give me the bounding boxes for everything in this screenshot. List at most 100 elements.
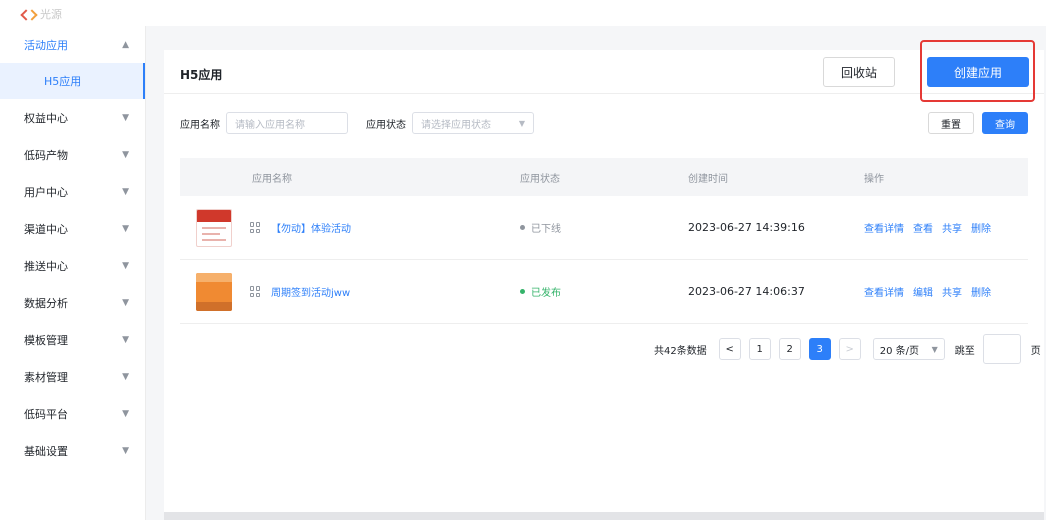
page-number-button[interactable]: 1 — [748, 338, 771, 360]
cell-status: 已下线 — [520, 220, 688, 235]
sidebar-item-9[interactable]: 素材管理 ▼ — [0, 358, 145, 395]
cell-status: 已发布 — [520, 284, 688, 299]
page-number-button[interactable]: 2 — [778, 338, 801, 360]
reset-button[interactable]: 重置 — [928, 112, 974, 134]
app-thumbnail — [196, 208, 232, 247]
sidebar-item-0[interactable]: 活动应用 ▲ — [0, 26, 145, 63]
page-size-select[interactable]: 20 条/页 ▼ — [872, 338, 945, 360]
app-name-input[interactable]: 请输入应用名称 — [226, 112, 348, 134]
chevron-down-icon: ▼ — [122, 149, 129, 160]
sidebar-item-label: 低码产物 — [24, 148, 68, 162]
page-number-button[interactable]: 3 — [808, 338, 831, 360]
sidebar-item-label: 素材管理 — [24, 370, 68, 384]
action-link[interactable]: 编辑 — [913, 284, 933, 299]
action-link[interactable]: 查看详情 — [864, 220, 904, 235]
app-page: 光源 活动应用 ▲ H5应用 权益中心 ▼ 低码产物 ▼ 用户中心 ▼ 渠道中心 ▼ 推送中心 ▼ 数据分… — [0, 0, 1046, 520]
header-actions: 操作 — [864, 173, 884, 185]
app-name-link[interactable]: 【勿动】体验活动 — [271, 220, 351, 235]
next-page-button[interactable]: > — [838, 338, 861, 360]
sidebar: 活动应用 ▲ H5应用 权益中心 ▼ 低码产物 ▼ 用户中心 ▼ 渠道中心 ▼ 推送中心 ▼ 数据分析 ▼ 模… — [0, 26, 146, 520]
cell-actions: 查看详情 查看 共享 删除 — [864, 220, 1028, 235]
main-panel: H5应用 回收站 创建应用 应用名称 请输入应用名称 应用状态 请选择应用状态 … — [164, 40, 1044, 512]
app-status-label: 应用状态 — [366, 119, 406, 131]
jump-page-input[interactable] — [982, 334, 1021, 364]
cell-actions: 查看详情 编辑 共享 删除 — [864, 284, 1028, 299]
chevron-up-icon: ▲ — [122, 39, 129, 50]
sidebar-item-6[interactable]: 推送中心 ▼ — [0, 247, 145, 284]
app-thumbnail — [196, 272, 232, 311]
apps-table: 应用名称 应用状态 创建时间 操作 【勿动】体验活动 已下线 2023-06-27 … — [180, 158, 1028, 324]
highlight-box — [920, 40, 1035, 102]
sidebar-item-2[interactable]: 权益中心 ▼ — [0, 99, 145, 136]
app-status-placeholder: 请选择应用状态 — [421, 119, 491, 131]
header-app-name: 应用名称 — [252, 173, 292, 185]
app-name-label: 应用名称 — [180, 119, 220, 131]
sidebar-item-label: 活动应用 — [24, 38, 68, 52]
sidebar-item-5[interactable]: 渠道中心 ▼ — [0, 210, 145, 247]
sidebar-item-label: 低码平台 — [24, 407, 68, 421]
sidebar-item-label: 模板管理 — [24, 333, 68, 347]
panel-bottom-edge — [164, 512, 1044, 520]
sidebar-item-7[interactable]: 数据分析 ▼ — [0, 284, 145, 321]
action-link[interactable]: 共享 — [942, 284, 962, 299]
chevron-down-icon: ▼ — [122, 334, 129, 345]
sidebar-item-11[interactable]: 基础设置 ▼ — [0, 432, 145, 469]
top-bar: 光源 — [0, 0, 1046, 26]
app-status-select[interactable]: 请选择应用状态 ▼ — [412, 112, 534, 134]
sidebar-item-label: 数据分析 — [24, 296, 68, 310]
status-text: 已下线 — [531, 224, 561, 235]
prev-page-button[interactable]: < — [718, 338, 741, 360]
panel-header: H5应用 回收站 创建应用 — [164, 40, 1044, 102]
cell-app-name: 【勿动】体验活动 — [180, 208, 520, 247]
sidebar-item-label: H5应用 — [44, 75, 82, 88]
status-dot-icon — [520, 225, 525, 230]
sidebar-subitem-h5[interactable]: H5应用 — [0, 63, 145, 99]
recycle-bin-button[interactable]: 回收站 — [823, 57, 895, 87]
logo: 光源 — [22, 6, 62, 22]
grid-icon — [250, 222, 261, 233]
sidebar-item-label: 权益中心 — [24, 111, 68, 125]
logo-mark-icon — [22, 11, 36, 18]
total-count: 共42条数据 — [654, 345, 707, 357]
status-text: 已发布 — [531, 288, 561, 299]
chevron-down-icon: ▼ — [122, 445, 129, 456]
chevron-down-icon: ▼ — [122, 260, 129, 271]
sidebar-item-4[interactable]: 用户中心 ▼ — [0, 173, 145, 210]
action-link[interactable]: 删除 — [971, 284, 991, 299]
action-link[interactable]: 查看详情 — [864, 284, 904, 299]
action-link[interactable]: 共享 — [942, 220, 962, 235]
chevron-down-icon: ▼ — [931, 344, 938, 354]
sidebar-item-3[interactable]: 低码产物 ▼ — [0, 136, 145, 173]
chevron-down-icon: ▼ — [122, 186, 129, 197]
logo-text: 光源 — [40, 8, 62, 21]
status-dot-icon — [520, 289, 525, 294]
sidebar-item-8[interactable]: 模板管理 ▼ — [0, 321, 145, 358]
cell-created-time: 2023-06-27 14:39:16 — [688, 221, 805, 234]
filter-bar: 应用名称 请输入应用名称 应用状态 请选择应用状态 ▼ — [180, 112, 534, 134]
sidebar-item-10[interactable]: 低码平台 ▼ — [0, 395, 145, 432]
page-title: H5应用 — [180, 68, 223, 82]
chevron-down-icon: ▼ — [122, 408, 129, 419]
header-created-time: 创建时间 — [688, 173, 728, 185]
action-link[interactable]: 删除 — [971, 220, 991, 235]
sidebar-item-label: 基础设置 — [24, 444, 68, 458]
table-row: 【勿动】体验活动 已下线 2023-06-27 14:39:16 查看详情 查看 共享 删除 — [180, 196, 1028, 260]
query-button[interactable]: 查询 — [982, 112, 1028, 134]
table-row: 周期签到活动jww 已发布 2023-06-27 14:06:37 查看详情 编辑 共享删… — [180, 260, 1028, 324]
cell-created-time: 2023-06-27 14:06:37 — [688, 285, 805, 298]
page-numbers: 123 — [748, 338, 839, 360]
sidebar-item-label: 用户中心 — [24, 185, 68, 199]
grid-icon — [250, 286, 261, 297]
table-header: 应用名称 应用状态 创建时间 操作 — [180, 158, 1028, 196]
header-app-status: 应用状态 — [520, 173, 560, 185]
sidebar-item-label: 渠道中心 — [24, 222, 68, 236]
action-link[interactable]: 查看 — [913, 220, 933, 235]
jump-suffix: 页 — [1030, 345, 1041, 357]
table-body: 【勿动】体验活动 已下线 2023-06-27 14:39:16 查看详情 查看 共享 删除… — [180, 196, 1028, 324]
chevron-down-icon: ▼ — [122, 297, 129, 308]
chevron-down-icon: ▼ — [122, 112, 129, 123]
jump-label: 跳至 — [954, 345, 975, 357]
chevron-down-icon: ▼ — [122, 371, 129, 382]
chevron-down-icon: ▼ — [518, 118, 525, 128]
app-name-link[interactable]: 周期签到活动jww — [271, 284, 350, 299]
